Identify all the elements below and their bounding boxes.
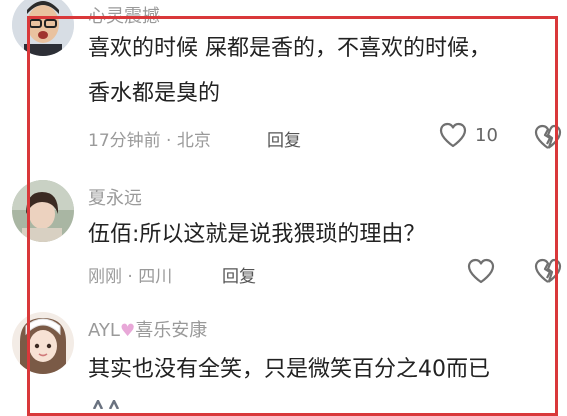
comment-text-line: 香水都是臭的 <box>88 81 221 106</box>
purple-heart-emoji: ♥ <box>119 321 136 341</box>
comment-item: AYL♥喜乐安康 其实也没有全笑，只是微笑百分之40而已 <box>0 300 567 403</box>
avatar[interactable] <box>12 312 74 374</box>
avatar[interactable] <box>12 0 74 56</box>
heart-outline-icon <box>439 122 467 148</box>
comment-username[interactable]: 夏永远 <box>88 184 142 210</box>
comment-text-line: 其实也没有全笑，只是微笑百分之40而已 <box>88 357 490 382</box>
partial-emoji-icon <box>92 394 120 413</box>
dislike-button[interactable] <box>534 258 562 288</box>
comment-item: 心灵震撼 喜欢的时候 屎都是香的，不喜欢的时候， 香水都是臭的 17分钟前 · … <box>0 0 567 170</box>
like-button[interactable]: 10 <box>439 122 498 148</box>
reply-button[interactable]: 回复 <box>222 262 256 287</box>
comment-username[interactable]: 心灵震撼 <box>88 2 160 28</box>
avatar[interactable] <box>12 180 74 242</box>
dislike-button[interactable] <box>534 124 562 154</box>
username-prefix: AYL <box>88 320 120 341</box>
comment-meta: 刚刚 · 四川 <box>88 267 173 287</box>
comment-item: 夏永远 伍佰:所以这就是说我猥琐的理由？ 刚刚 · 四川 回复 <box>0 170 567 300</box>
comment-text-line: 伍佰:所以这就是说我猥琐的理由？ <box>88 222 426 247</box>
comment-text: 喜欢的时候 屎都是香的，不喜欢的时候， 香水都是臭的 <box>88 29 491 114</box>
reply-button[interactable]: 回复 <box>267 126 301 151</box>
broken-heart-icon <box>534 258 562 283</box>
broken-heart-icon <box>534 124 562 149</box>
comment-text: 伍佰:所以这就是说我猥琐的理由？ <box>88 215 425 255</box>
like-button[interactable] <box>467 258 503 284</box>
comment-text: 其实也没有全笑，只是微笑百分之40而已 <box>88 350 490 390</box>
comment-text-line: 喜欢的时候 屎都是香的，不喜欢的时候， <box>88 36 491 61</box>
like-count: 10 <box>475 124 498 146</box>
heart-outline-icon <box>467 258 495 284</box>
comment-username[interactable]: AYL♥喜乐安康 <box>88 316 207 342</box>
username-suffix: 喜乐安康 <box>135 320 208 341</box>
comment-meta: 17分钟前 · 北京 <box>88 131 211 151</box>
